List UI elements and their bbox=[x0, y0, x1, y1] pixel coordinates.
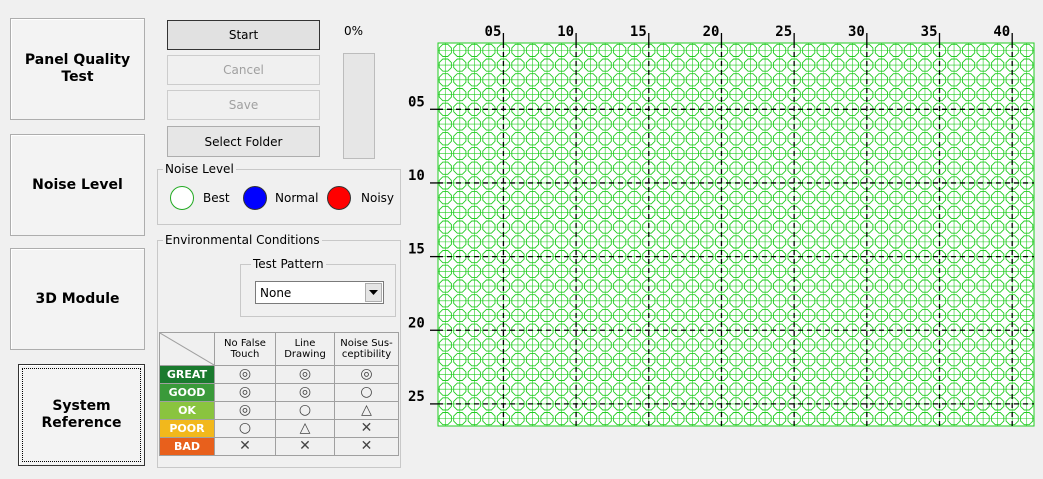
progress-bar bbox=[343, 53, 375, 159]
3d-module-button[interactable]: 3D Module bbox=[10, 248, 145, 350]
rating-label-poor: POOR bbox=[159, 419, 215, 438]
rating-corner-cell bbox=[159, 332, 215, 366]
x-axis-label: 30 bbox=[848, 24, 865, 40]
x-axis-label: 15 bbox=[630, 24, 647, 40]
rating-cell: ◎ bbox=[275, 365, 335, 384]
x-axis-label: 20 bbox=[703, 24, 720, 40]
panel-quality-test-button[interactable]: Panel Quality Test bbox=[10, 18, 145, 120]
focus-rectangle bbox=[22, 368, 141, 462]
cancel-label: Cancel bbox=[223, 63, 264, 77]
y-axis-label: 10 bbox=[408, 168, 425, 184]
rating-header-row: No False Touch Line Drawing Noise Sus- c… bbox=[159, 332, 399, 366]
test-pattern-select[interactable]: None bbox=[255, 281, 384, 304]
noise-level-button[interactable]: Noise Level bbox=[10, 134, 145, 236]
rating-label-good: GOOD bbox=[159, 383, 215, 402]
y-axis-label: 25 bbox=[408, 389, 425, 405]
save-button[interactable]: Save bbox=[167, 90, 320, 120]
start-label: Start bbox=[228, 28, 259, 42]
rating-cell: ✕ bbox=[334, 419, 399, 438]
rating-cell: ✕ bbox=[334, 437, 399, 456]
table-row: GREAT ◎ ◎ ◎ bbox=[159, 365, 399, 384]
rating-cell: ○ bbox=[214, 419, 276, 438]
table-row: GOOD ◎ ◎ ○ bbox=[159, 383, 399, 402]
best-indicator-icon bbox=[170, 186, 194, 210]
rating-label-great: GREAT bbox=[159, 365, 215, 384]
noise-level-group-title: Noise Level bbox=[163, 162, 236, 176]
rating-label-ok: OK bbox=[159, 401, 215, 420]
rating-header-cell: Line Drawing bbox=[275, 332, 335, 366]
sensor-grid: 05 10 15 20 25 30 35 40 05 10 15 20 25 bbox=[408, 24, 1035, 427]
dropdown-arrow-icon[interactable] bbox=[365, 283, 382, 302]
rating-cell: ◎ bbox=[214, 365, 276, 384]
x-axis-label: 35 bbox=[921, 24, 938, 40]
save-label: Save bbox=[228, 98, 259, 112]
y-axis-label: 05 bbox=[408, 94, 425, 110]
rating-table: No False Touch Line Drawing Noise Sus- c… bbox=[159, 332, 399, 456]
rating-cell: ◎ bbox=[334, 365, 399, 384]
progress-label: 0% bbox=[344, 24, 364, 38]
x-axis-label: 05 bbox=[485, 24, 502, 40]
rating-cell: ○ bbox=[334, 383, 399, 402]
y-axis-label: 20 bbox=[408, 315, 425, 331]
rating-cell: △ bbox=[334, 401, 399, 420]
y-axis-label: 15 bbox=[408, 242, 425, 258]
environmental-conditions-title: Environmental Conditions bbox=[163, 233, 322, 247]
rating-cell: ✕ bbox=[275, 437, 335, 456]
noisy-indicator-icon bbox=[327, 186, 351, 210]
x-axis-label: 25 bbox=[775, 24, 792, 40]
noise-level-label: Noise Level bbox=[32, 176, 123, 193]
table-row: OK ◎ ○ △ bbox=[159, 401, 399, 420]
x-axis-label: 10 bbox=[557, 24, 574, 40]
noisy-label: Noisy bbox=[361, 191, 395, 205]
rating-cell: ◎ bbox=[214, 401, 276, 420]
rating-cell: ○ bbox=[275, 401, 335, 420]
panel-quality-test-label: Panel Quality Test bbox=[24, 52, 131, 85]
table-row: BAD ✕ ✕ ✕ bbox=[159, 437, 399, 456]
x-axis-label: 40 bbox=[993, 24, 1010, 40]
start-button[interactable]: Start bbox=[167, 20, 320, 50]
rating-cell: ◎ bbox=[214, 383, 276, 402]
select-folder-button[interactable]: Select Folder bbox=[167, 126, 320, 157]
rating-header-cell: No False Touch bbox=[214, 332, 276, 366]
rating-cell: △ bbox=[275, 419, 335, 438]
normal-indicator-icon bbox=[243, 186, 267, 210]
rating-cell: ✕ bbox=[214, 437, 276, 456]
rating-cell: ◎ bbox=[275, 383, 335, 402]
select-folder-label: Select Folder bbox=[204, 134, 283, 149]
3d-module-label: 3D Module bbox=[35, 290, 120, 307]
rating-label-bad: BAD bbox=[159, 437, 215, 456]
cancel-button[interactable]: Cancel bbox=[167, 55, 320, 85]
best-label: Best bbox=[203, 191, 230, 205]
system-reference-button[interactable]: System Reference bbox=[18, 364, 145, 466]
test-pattern-title: Test Pattern bbox=[251, 257, 326, 271]
table-row: POOR ○ △ ✕ bbox=[159, 419, 399, 438]
normal-label: Normal bbox=[275, 191, 319, 205]
rating-header-cell: Noise Sus- ceptibility bbox=[334, 332, 399, 366]
test-pattern-value: None bbox=[260, 285, 292, 300]
